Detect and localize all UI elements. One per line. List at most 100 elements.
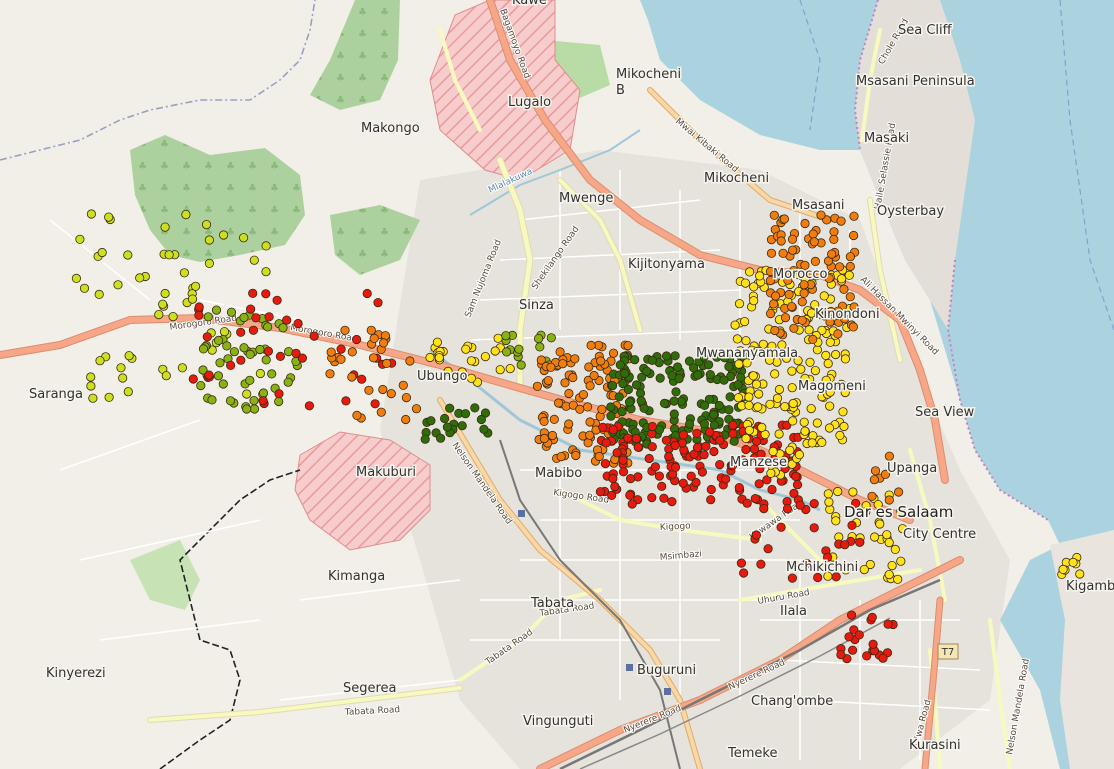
data-point-dark-green[interactable] <box>606 411 616 421</box>
data-point-orange[interactable] <box>765 308 776 319</box>
data-point-dark-green[interactable] <box>693 370 703 380</box>
data-point-yellow[interactable] <box>733 393 744 403</box>
data-point-red[interactable] <box>618 467 629 477</box>
data-point-orange[interactable] <box>808 334 818 344</box>
data-point-orange[interactable] <box>594 451 604 462</box>
data-point-red[interactable] <box>647 442 657 452</box>
data-point-dark-green[interactable] <box>460 409 471 419</box>
data-point-olive[interactable] <box>245 349 255 359</box>
data-point-orange[interactable] <box>352 410 362 420</box>
data-point-red[interactable] <box>341 396 351 406</box>
data-point-red[interactable] <box>625 490 635 500</box>
data-point-red[interactable] <box>595 487 606 497</box>
data-point-yellow-green[interactable] <box>179 268 189 278</box>
data-point-yellow[interactable] <box>744 425 755 435</box>
data-point-olive[interactable] <box>203 312 213 322</box>
data-point-yellow[interactable] <box>739 316 750 327</box>
data-point-yellow-green[interactable] <box>79 283 90 293</box>
data-point-red[interactable] <box>751 530 762 540</box>
data-point-dark-green[interactable] <box>457 421 467 431</box>
data-point-yellow-green[interactable] <box>95 356 105 366</box>
data-point-orange[interactable] <box>347 347 357 357</box>
data-point-yellow[interactable] <box>800 426 810 436</box>
data-point-yellow[interactable] <box>833 486 843 497</box>
data-point-orange[interactable] <box>884 451 895 461</box>
data-point-yellow-green[interactable] <box>86 372 96 382</box>
data-point-red[interactable] <box>754 479 764 489</box>
data-point-red[interactable] <box>728 429 738 439</box>
data-point-yellow[interactable] <box>890 544 900 555</box>
data-point-red[interactable] <box>291 348 301 358</box>
data-point-yellow-green[interactable] <box>154 309 164 320</box>
data-point-yellow[interactable] <box>744 400 754 410</box>
data-point-olive[interactable] <box>516 360 526 370</box>
data-point-orange[interactable] <box>398 380 408 390</box>
data-point-red[interactable] <box>204 370 214 380</box>
data-point-yellow[interactable] <box>819 291 829 301</box>
data-point-red[interactable] <box>791 471 801 481</box>
data-point-yellow-green[interactable] <box>94 289 104 299</box>
data-point-red[interactable] <box>782 504 793 514</box>
data-point-red[interactable] <box>236 327 246 337</box>
data-point-yellow-green[interactable] <box>135 273 145 283</box>
data-point-olive[interactable] <box>255 344 265 355</box>
data-point-red[interactable] <box>697 467 708 477</box>
data-point-yellow[interactable] <box>730 320 740 330</box>
data-point-red[interactable] <box>625 473 636 484</box>
data-point-dark-green[interactable] <box>617 406 627 417</box>
data-point-orange[interactable] <box>366 325 376 335</box>
data-point-orange[interactable] <box>368 353 379 363</box>
data-point-yellow[interactable] <box>806 403 816 414</box>
data-point-olive[interactable] <box>242 404 252 414</box>
data-point-yellow[interactable] <box>753 402 763 412</box>
data-point-yellow[interactable] <box>787 366 797 376</box>
data-point-olive[interactable] <box>501 331 511 341</box>
data-point-red[interactable] <box>659 493 669 503</box>
data-point-dark-green[interactable] <box>642 366 652 376</box>
data-point-red[interactable] <box>600 458 611 469</box>
data-point-red[interactable] <box>776 522 786 532</box>
data-point-dark-green[interactable] <box>699 419 710 429</box>
data-point-red[interactable] <box>258 396 268 406</box>
data-point-red[interactable] <box>650 462 661 472</box>
data-point-olive[interactable] <box>198 344 209 354</box>
data-point-red[interactable] <box>715 459 725 470</box>
data-point-dark-green[interactable] <box>631 380 642 390</box>
data-point-red[interactable] <box>251 313 261 323</box>
data-point-red[interactable] <box>370 399 380 409</box>
data-point-yellow-green[interactable] <box>104 392 114 402</box>
data-point-olive[interactable] <box>222 341 232 351</box>
data-point-dark-green[interactable] <box>684 419 695 429</box>
data-point-olive[interactable] <box>501 347 512 357</box>
data-point-orange[interactable] <box>800 218 810 229</box>
data-point-orange[interactable] <box>405 356 415 366</box>
data-point-orange[interactable] <box>560 378 570 388</box>
data-point-red[interactable] <box>248 325 258 335</box>
data-point-red[interactable] <box>686 471 696 481</box>
data-point-dark-green[interactable] <box>661 351 672 361</box>
data-point-olive[interactable] <box>274 396 284 407</box>
data-point-orange[interactable] <box>555 347 565 357</box>
data-point-orange[interactable] <box>833 329 843 339</box>
data-point-red[interactable] <box>667 496 677 507</box>
data-point-orange[interactable] <box>836 216 846 226</box>
data-point-red[interactable] <box>336 344 346 354</box>
data-point-red[interactable] <box>701 441 711 451</box>
data-point-red[interactable] <box>759 503 769 514</box>
data-point-yellow[interactable] <box>812 418 822 428</box>
data-point-olive[interactable] <box>258 388 269 398</box>
data-point-red[interactable] <box>855 537 865 547</box>
data-point-olive[interactable] <box>533 333 544 344</box>
data-point-dark-green[interactable] <box>620 368 630 379</box>
data-point-red[interactable] <box>248 288 258 298</box>
data-point-orange[interactable] <box>378 338 389 348</box>
data-point-yellow-green[interactable] <box>88 393 98 403</box>
data-point-orange[interactable] <box>571 450 581 461</box>
data-point-red[interactable] <box>293 318 303 329</box>
data-point-olive[interactable] <box>249 395 259 406</box>
data-point-orange[interactable] <box>336 354 346 364</box>
data-point-yellow[interactable] <box>741 433 751 443</box>
data-point-red[interactable] <box>763 544 773 554</box>
data-point-yellow[interactable] <box>788 416 798 426</box>
data-point-red[interactable] <box>598 422 608 432</box>
